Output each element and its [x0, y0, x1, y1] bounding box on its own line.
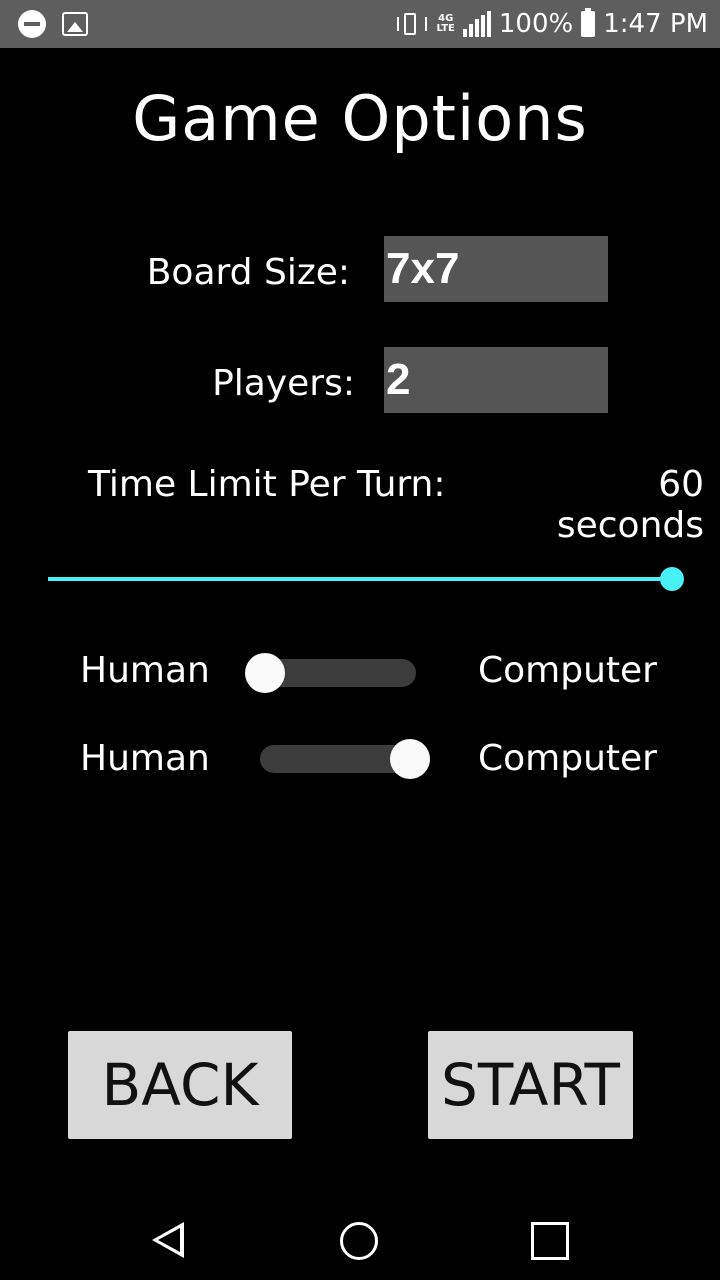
navigation-bar: [0, 1200, 720, 1280]
back-icon[interactable]: [152, 1222, 184, 1258]
board-size-input[interactable]: 7x7: [384, 236, 608, 302]
board-size-label: Board Size:: [146, 252, 350, 293]
image-icon: [62, 12, 88, 36]
battery-percent: 100%: [498, 9, 574, 39]
time-limit-value: 60 seconds: [556, 464, 704, 546]
status-right-icons: 4G LTE 100% 1:47 PM: [395, 0, 708, 48]
signal-icon: [462, 11, 491, 37]
home-icon[interactable]: [340, 1222, 378, 1260]
time-limit-label: Time Limit Per Turn:: [88, 464, 446, 505]
clock: 1:47 PM: [603, 9, 708, 39]
player-1-toggle-knob[interactable]: [245, 653, 285, 693]
players-label: Players:: [212, 363, 355, 404]
start-button[interactable]: START: [428, 1031, 633, 1139]
player-2-computer-label: Computer: [478, 738, 657, 779]
back-button[interactable]: BACK: [68, 1031, 292, 1139]
player-1-human-label: Human: [80, 650, 210, 691]
vibrate-icon: [395, 11, 429, 37]
players-input[interactable]: 2: [384, 347, 608, 413]
page-title: Game Options: [132, 82, 588, 155]
slider-thumb[interactable]: [660, 567, 684, 591]
network-label-bottom: LTE: [436, 23, 455, 34]
status-left-icons: [18, 10, 88, 38]
slider-track[interactable]: [48, 577, 672, 581]
player-2-toggle-knob[interactable]: [390, 739, 430, 779]
network-type: 4G LTE: [437, 14, 455, 34]
dnd-icon: [18, 10, 46, 38]
player-2-human-label: Human: [80, 738, 210, 779]
recents-icon[interactable]: [531, 1222, 569, 1260]
status-bar: 4G LTE 100% 1:47 PM: [0, 0, 720, 48]
player-1-computer-label: Computer: [478, 650, 657, 691]
battery-icon: [581, 8, 596, 37]
